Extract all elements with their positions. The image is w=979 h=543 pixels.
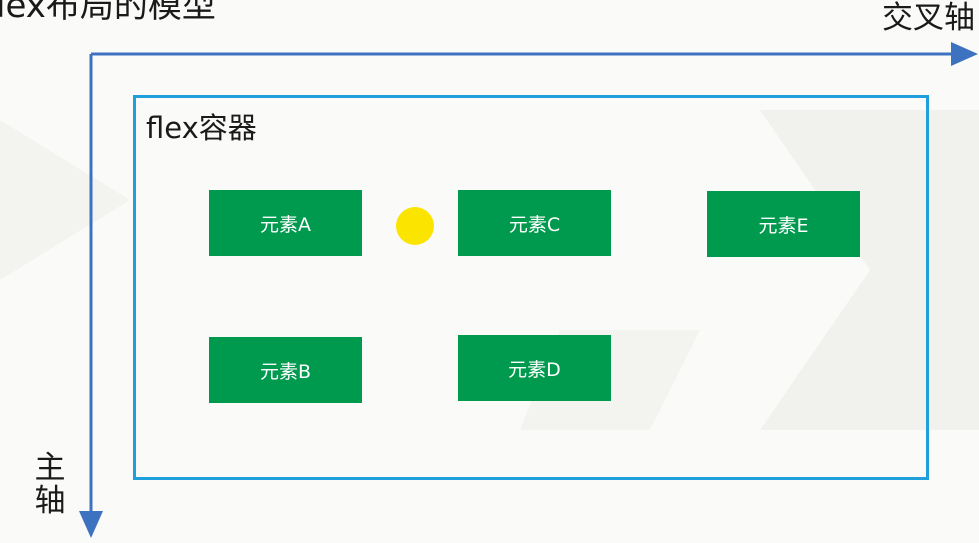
flex-item-b: 元素B [209, 337, 362, 403]
cross-axis-label: 交叉轴 [882, 0, 975, 36]
flex-item-c: 元素C [458, 190, 611, 256]
main-axis-label: 主 轴 [32, 452, 68, 517]
main-axis-label-line2: 轴 [34, 482, 66, 519]
flex-item-a: 元素A [209, 190, 362, 256]
flex-container: flex容器 [133, 95, 929, 480]
flex-item-d: 元素D [458, 335, 611, 401]
flex-container-label: flex容器 [146, 111, 257, 145]
cursor-highlight-dot [396, 207, 434, 245]
flex-item-e: 元素E [707, 191, 860, 257]
main-axis-label-line1: 主 [34, 450, 66, 486]
